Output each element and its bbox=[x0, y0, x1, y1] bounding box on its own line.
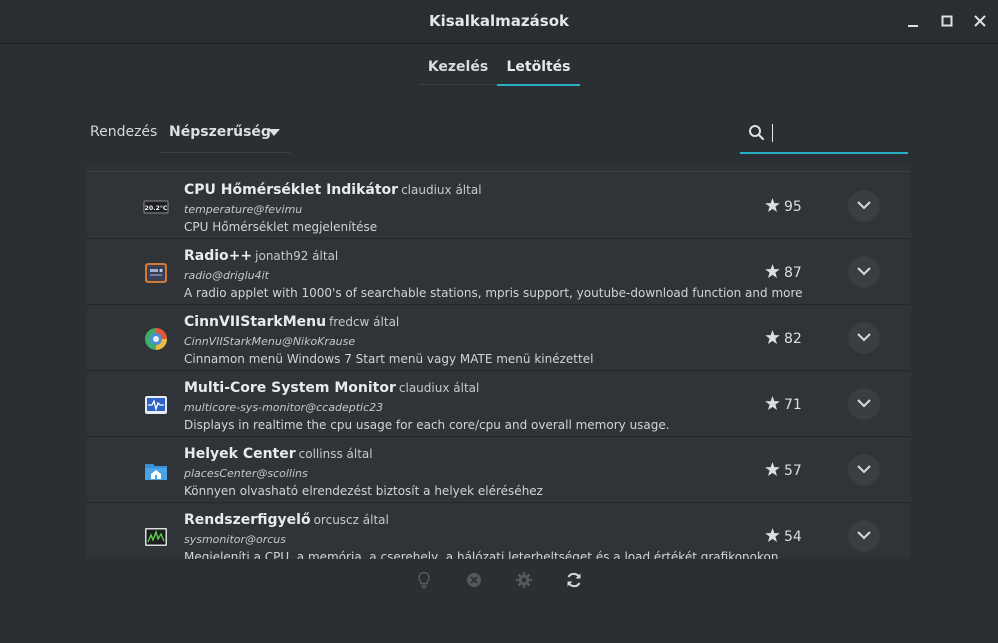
sort-dropdown[interactable]: Népszerűség bbox=[160, 117, 290, 153]
settings-icon[interactable] bbox=[515, 571, 533, 589]
applet-score: 54 bbox=[765, 528, 802, 545]
applet-name: Multi-Core System Monitor claudiux által bbox=[184, 380, 480, 396]
applet-name: Radio++ jonath92 által bbox=[184, 248, 339, 264]
applet-name: CinnVIIStarkMenu fredcw által bbox=[184, 314, 400, 330]
chevron-down-icon bbox=[857, 267, 871, 276]
home-folder-icon bbox=[143, 458, 169, 484]
applet-name: CPU Hőmérséklet Indikátor claudiux által bbox=[184, 182, 482, 198]
applet-description: Megjeleníti a CPU, a memória, a cserehel… bbox=[184, 550, 779, 559]
expand-button[interactable] bbox=[848, 190, 880, 222]
list-item[interactable]: Radio++ jonath92 által radio@driglu4it A … bbox=[87, 240, 911, 305]
applet-author: orcuscz által bbox=[313, 513, 389, 527]
applet-score: 82 bbox=[765, 330, 802, 347]
applet-uuid: CinnVIIStarkMenu@NikoKrause bbox=[184, 335, 356, 348]
bottom-toolbar bbox=[0, 568, 998, 594]
applet-uuid: temperature@fevimu bbox=[184, 203, 303, 216]
sort-label: Rendezés bbox=[90, 124, 158, 140]
list-item-partial bbox=[87, 163, 911, 172]
applet-uuid: placesCenter@scollins bbox=[184, 467, 308, 480]
star-icon bbox=[765, 462, 780, 476]
applet-list[interactable]: 20.2°C CPU Hőmérséklet Indikátor claudiux… bbox=[87, 163, 911, 559]
dropdown-arrow-icon bbox=[268, 129, 280, 136]
chevron-down-icon bbox=[857, 201, 871, 210]
tab-manage[interactable]: Kezelés bbox=[419, 56, 497, 85]
applet-uuid: multicore-sys-monitor@ccadeptic23 bbox=[184, 401, 384, 414]
applet-description: CPU Hőmérséklet megjelenítése bbox=[184, 220, 378, 234]
applet-author: claudiux által bbox=[401, 183, 482, 197]
applet-score: 57 bbox=[765, 462, 802, 479]
star-icon bbox=[765, 264, 780, 278]
lightbulb-icon[interactable] bbox=[415, 571, 433, 589]
applet-description: Cinnamon menü Windows 7 Start menü vagy … bbox=[184, 352, 594, 366]
radio-icon bbox=[143, 260, 169, 286]
star-icon bbox=[765, 528, 780, 542]
search-box[interactable] bbox=[740, 116, 908, 154]
applet-author: fredcw által bbox=[329, 315, 400, 329]
text-caret bbox=[772, 124, 773, 142]
sort-value: Népszerűség bbox=[169, 124, 271, 140]
remove-icon[interactable] bbox=[465, 571, 483, 589]
applet-author: claudiux által bbox=[398, 381, 480, 395]
applet-description: Displays in realtime the cpu usage for e… bbox=[184, 418, 670, 432]
list-item[interactable]: Multi-Core System Monitor claudiux által … bbox=[87, 372, 911, 437]
title-bar: Kisalkalmazások bbox=[0, 0, 998, 44]
applet-score: 95 bbox=[765, 198, 802, 215]
list-item[interactable]: Helyek Center collinss által placesCenter… bbox=[87, 438, 911, 503]
chevron-down-icon bbox=[857, 399, 871, 408]
tab-bar: Kezelés Letöltés bbox=[0, 56, 998, 86]
graph-icon bbox=[143, 524, 169, 550]
chevron-down-icon bbox=[857, 465, 871, 474]
applet-uuid: radio@driglu4it bbox=[184, 269, 269, 282]
list-item[interactable]: Rendszerfigyelő orcuscz által sysmonitor@… bbox=[87, 504, 911, 559]
system-monitor-icon bbox=[143, 392, 169, 418]
applet-description: A radio applet with 1000's of searchable… bbox=[184, 286, 803, 300]
list-item[interactable]: 20.2°C CPU Hőmérséklet Indikátor claudiux… bbox=[87, 174, 911, 239]
close-icon[interactable] bbox=[972, 13, 988, 29]
search-icon bbox=[749, 125, 765, 141]
applet-score: 87 bbox=[765, 264, 802, 281]
applet-uuid: sysmonitor@orcus bbox=[184, 533, 287, 546]
search-input[interactable] bbox=[770, 122, 902, 146]
applet-description: Könnyen olvasható elrendezést biztosít a… bbox=[184, 484, 543, 498]
applet-author: collinss által bbox=[298, 447, 373, 461]
menu-icon bbox=[143, 326, 169, 352]
expand-button[interactable] bbox=[848, 454, 880, 486]
expand-button[interactable] bbox=[848, 520, 880, 552]
minimize-icon[interactable] bbox=[905, 13, 921, 29]
temperature-icon: 20.2°C bbox=[143, 194, 169, 220]
expand-button[interactable] bbox=[848, 388, 880, 420]
star-icon bbox=[765, 396, 780, 410]
applet-name: Rendszerfigyelő orcuscz által bbox=[184, 512, 389, 528]
expand-button[interactable] bbox=[848, 256, 880, 288]
chevron-down-icon bbox=[857, 531, 871, 540]
temperature-readout: 20.2°C bbox=[145, 204, 168, 212]
window-title: Kisalkalmazások bbox=[428, 12, 569, 30]
list-item[interactable]: CinnVIIStarkMenu fredcw által CinnVIIStar… bbox=[87, 306, 911, 371]
star-icon bbox=[765, 198, 780, 212]
applet-name: Helyek Center collinss által bbox=[184, 446, 373, 462]
applet-score: 71 bbox=[765, 396, 802, 413]
chevron-down-icon bbox=[857, 333, 871, 342]
expand-button[interactable] bbox=[848, 322, 880, 354]
maximize-icon[interactable] bbox=[939, 13, 955, 29]
tab-download[interactable]: Letöltés bbox=[497, 56, 580, 86]
applet-author: jonath92 által bbox=[255, 249, 339, 263]
refresh-icon[interactable] bbox=[565, 571, 583, 589]
star-icon bbox=[765, 330, 780, 344]
